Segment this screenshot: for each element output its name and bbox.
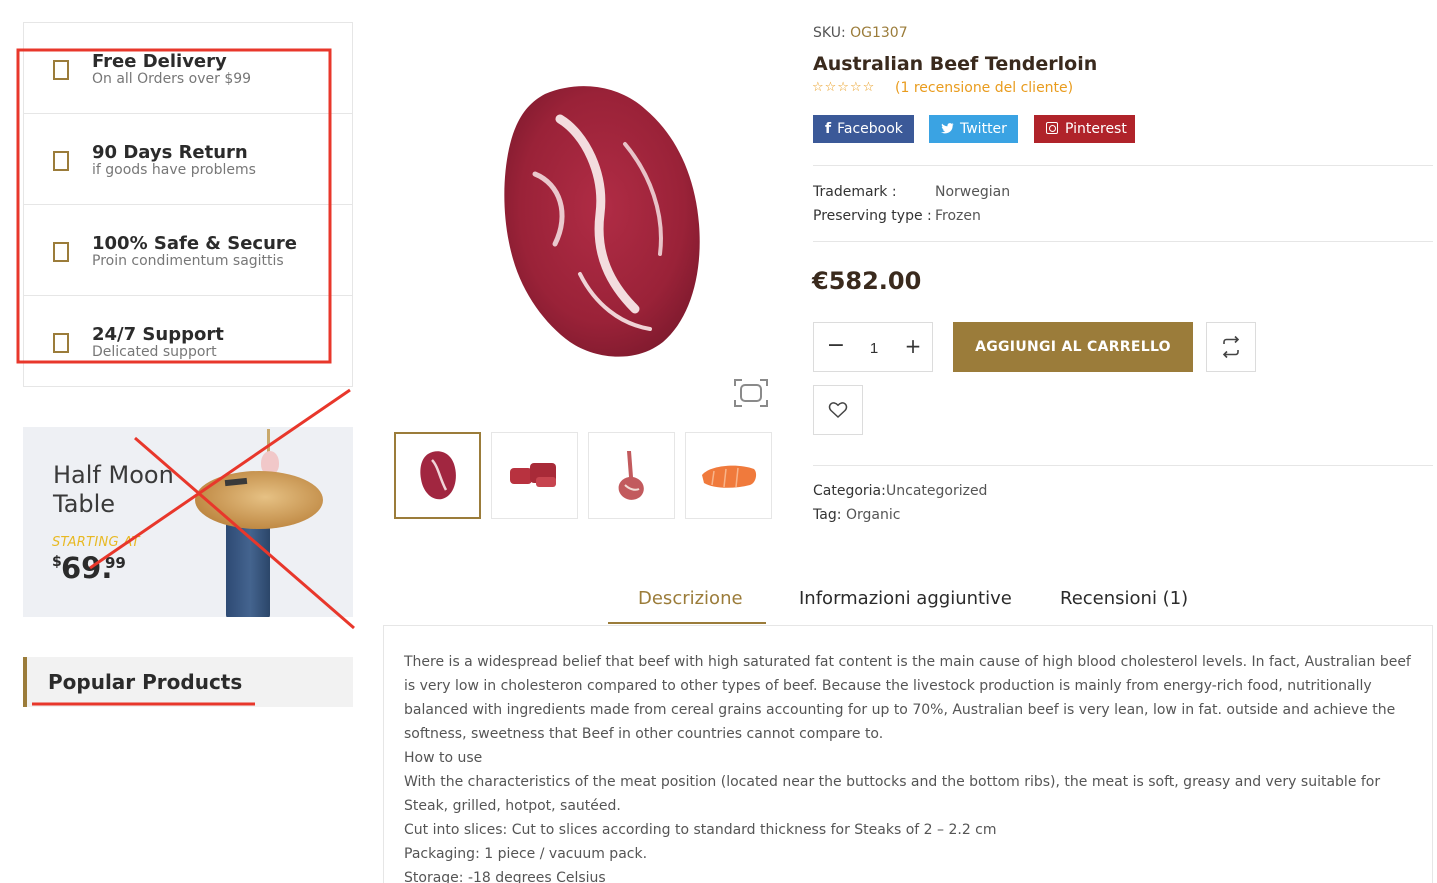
box-icon bbox=[53, 151, 69, 171]
popular-products-title: Popular Products bbox=[48, 670, 243, 694]
tag-link[interactable]: Organic bbox=[846, 507, 900, 523]
facebook-label: Facebook bbox=[837, 121, 903, 137]
box-icon bbox=[53, 333, 69, 353]
pinterest-icon bbox=[1046, 122, 1058, 134]
twitter-share-button[interactable]: Twitter bbox=[929, 115, 1018, 143]
twitter-label: Twitter bbox=[960, 121, 1007, 137]
fullscreen-icon[interactable] bbox=[733, 377, 769, 409]
table-top-image bbox=[195, 471, 323, 529]
pinterest-label: Pinterest bbox=[1065, 121, 1127, 137]
tab-reviews[interactable]: Recensioni (1) bbox=[1060, 588, 1188, 609]
divider bbox=[813, 165, 1433, 166]
popular-products-heading: Popular Products bbox=[23, 657, 353, 707]
meat-chunks-thumb-image bbox=[510, 463, 556, 487]
feature-title: 90 Days Return bbox=[92, 142, 248, 163]
tag-label: Tag: bbox=[813, 507, 842, 523]
features-box: Free Delivery On all Orders over $99 90 … bbox=[23, 22, 353, 387]
heart-icon bbox=[828, 402, 848, 419]
attribute-value: Norwegian bbox=[935, 184, 1011, 200]
banner-title: Half Moon Table bbox=[53, 461, 174, 518]
add-to-cart-button[interactable]: AGGIUNGI AL CARRELLO bbox=[953, 322, 1193, 372]
product-title: Australian Beef Tenderloin bbox=[813, 53, 1098, 75]
twitter-icon bbox=[941, 115, 954, 143]
attribute-label: Trademark : bbox=[813, 184, 897, 200]
box-icon bbox=[53, 242, 69, 262]
tab-description[interactable]: Descrizione bbox=[638, 588, 743, 609]
divider bbox=[813, 241, 1433, 242]
description-paragraph: There is a widespread belief that beef w… bbox=[404, 654, 1411, 742]
quantity-input[interactable] bbox=[854, 336, 894, 360]
attribute-value: Frozen bbox=[935, 208, 981, 224]
feature-returns: 90 Days Return if goods have problems bbox=[24, 114, 352, 205]
salmon-thumb-image bbox=[702, 465, 757, 488]
feature-free-delivery: Free Delivery On all Orders over $99 bbox=[24, 23, 352, 114]
promo-banner[interactable]: Half Moon Table STARTING AT $ 69. 99 bbox=[23, 427, 353, 617]
description-paragraph: Storage: -18 degrees Celsius bbox=[404, 870, 606, 883]
feature-subtitle: Proin condimentum sagittis bbox=[92, 253, 284, 269]
sku: SKU: OG1307 bbox=[813, 25, 908, 41]
feature-secure: 100% Safe & Secure Proin condimentum sag… bbox=[24, 205, 352, 296]
description-panel: There is a widespread belief that beef w… bbox=[383, 625, 1433, 883]
pinterest-share-button[interactable]: Pinterest bbox=[1034, 115, 1135, 143]
beef-thumb-image bbox=[420, 451, 456, 500]
compare-button[interactable] bbox=[1206, 322, 1256, 372]
feature-support: 24/7 Support Delicated support bbox=[24, 296, 352, 387]
box-icon bbox=[53, 60, 69, 80]
feature-title: Free Delivery bbox=[92, 51, 227, 72]
category-link[interactable]: Uncategorized bbox=[886, 483, 987, 499]
star-rating: ☆☆☆☆☆ bbox=[812, 80, 876, 95]
attribute-label: Preserving type : bbox=[813, 208, 932, 224]
quantity-plus-button[interactable]: + bbox=[903, 335, 923, 359]
beef-steak-image bbox=[504, 86, 700, 357]
sku-label: SKU: bbox=[813, 25, 846, 41]
feature-subtitle: Delicated support bbox=[92, 344, 217, 360]
feature-subtitle: if goods have problems bbox=[92, 162, 256, 178]
lamb-chop-thumb-image bbox=[618, 451, 644, 500]
thumbnail-2[interactable] bbox=[491, 432, 578, 519]
thumbnail-4[interactable] bbox=[685, 432, 772, 519]
banner-starting-label: STARTING AT bbox=[52, 535, 140, 550]
wishlist-button[interactable] bbox=[813, 385, 863, 435]
description-paragraph: How to use bbox=[404, 750, 483, 766]
banner-price-cents: 99 bbox=[105, 554, 126, 572]
sku-value: OG1307 bbox=[850, 25, 908, 41]
thumbnail-strip bbox=[394, 432, 774, 520]
thumbnail-1[interactable] bbox=[394, 432, 481, 519]
thumbnail-3[interactable] bbox=[588, 432, 675, 519]
description-paragraph: Cut into slices: Cut to slices according… bbox=[404, 822, 997, 838]
product-main-image[interactable] bbox=[395, 24, 783, 416]
facebook-icon: f bbox=[825, 121, 832, 137]
compare-icon bbox=[1222, 335, 1240, 359]
divider bbox=[813, 465, 1433, 466]
feature-title: 24/7 Support bbox=[92, 324, 224, 345]
quantity-stepper: − + bbox=[813, 322, 933, 372]
description-paragraph: Packaging: 1 piece / vacuum pack. bbox=[404, 846, 648, 862]
product-price: €582.00 bbox=[812, 267, 922, 295]
feature-subtitle: On all Orders over $99 bbox=[92, 71, 252, 87]
tab-additional-info[interactable]: Informazioni aggiuntive bbox=[799, 588, 1012, 609]
feature-title: 100% Safe & Secure bbox=[92, 233, 297, 254]
plant-stem-image bbox=[267, 429, 270, 453]
description-text: There is a widespread belief that beef w… bbox=[404, 650, 1412, 883]
description-paragraph: With the characteristics of the meat pos… bbox=[404, 774, 1381, 814]
reviews-link[interactable]: (1 recensione del cliente) bbox=[895, 80, 1073, 96]
quantity-minus-button[interactable]: − bbox=[826, 335, 846, 359]
active-tab-indicator bbox=[608, 622, 766, 624]
facebook-share-button[interactable]: f Facebook bbox=[813, 115, 914, 143]
category-label: Categoria: bbox=[813, 483, 886, 499]
